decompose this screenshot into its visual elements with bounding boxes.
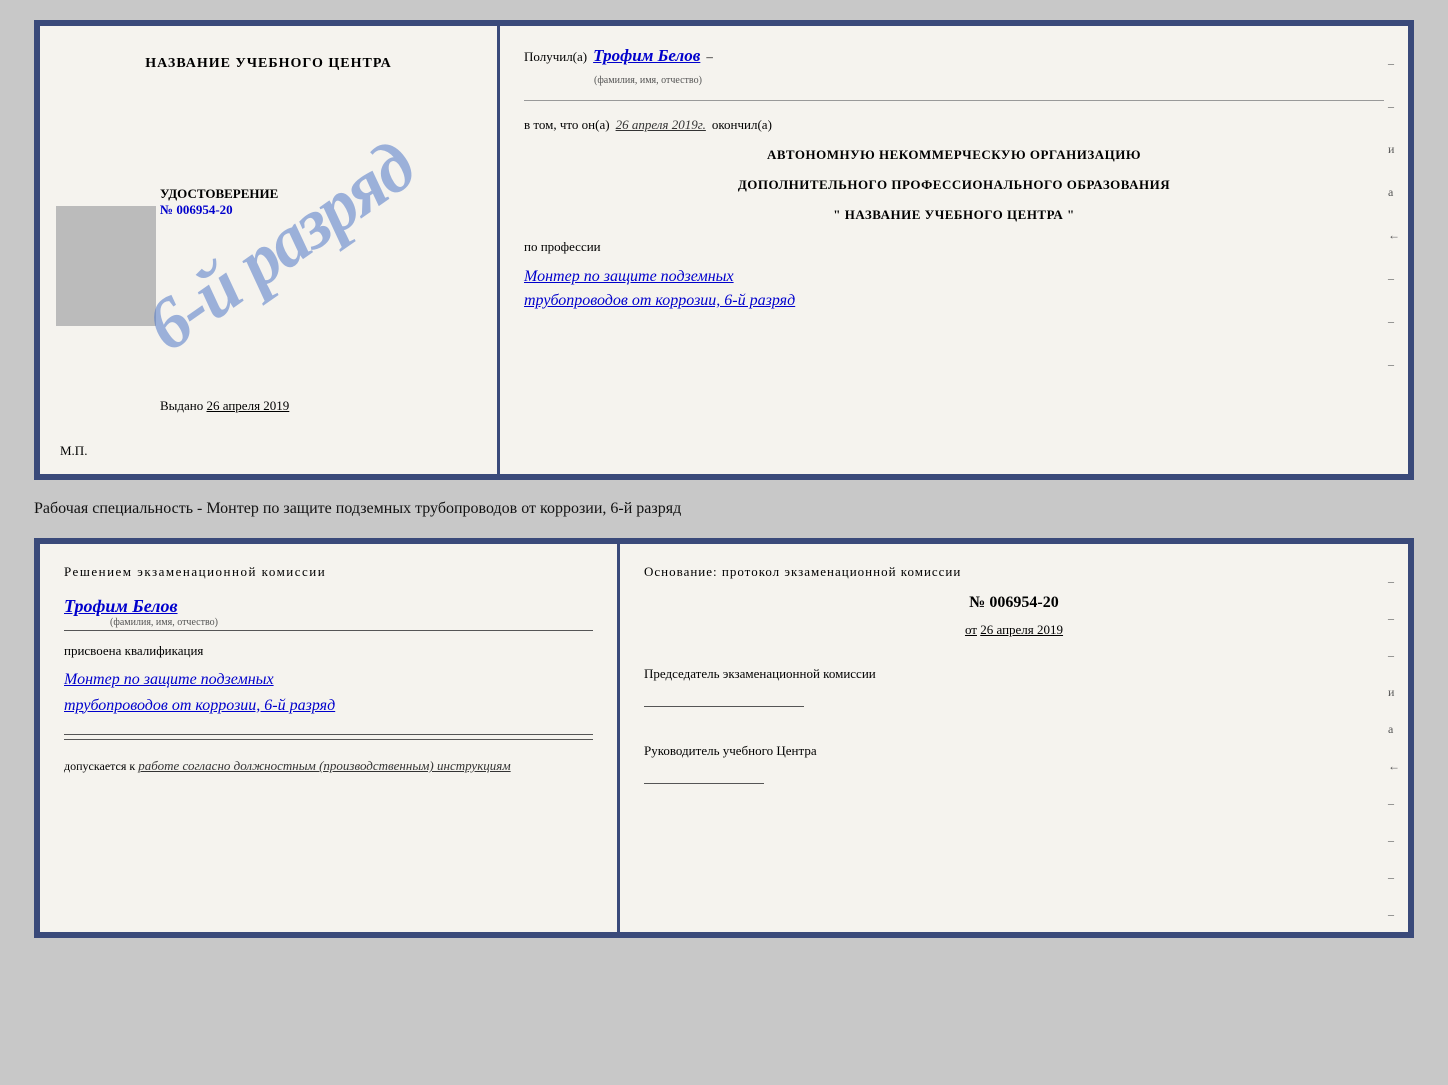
diagonal-stamp-text: 6-й разряд <box>134 129 426 363</box>
cert-bottom-hr1 <box>64 734 593 735</box>
cert-name-sublabel: (фамилия, имя, отчество) <box>594 75 702 86</box>
cert-profession-label: по профессии <box>524 239 1384 255</box>
certificate-bottom: Решением экзаменационной комиссии Трофим… <box>34 538 1414 938</box>
cert-bottom-dopusk: допускается к работе согласно должностны… <box>64 758 593 774</box>
cert-chair-block: Председатель экзаменационной комиссии <box>644 656 1384 707</box>
cert-bottom-right-date: от 26 апреля 2019 <box>644 622 1384 638</box>
cert-bottom-name-line <box>64 630 593 631</box>
diagonal-stamp: 6-й разряд <box>120 86 440 406</box>
cert-dopusk-label: допускается к <box>64 759 135 773</box>
cert-vydano: Выдано 26 апреля 2019 <box>160 398 289 414</box>
cert-org-line1: АВТОНОМНУЮ НЕКОММЕРЧЕСКУЮ ОРГАНИЗАЦИЮ <box>524 147 1384 163</box>
cert-udost-number: № 006954-20 <box>160 202 278 218</box>
cert-bottom-left: Решением экзаменационной комиссии Трофим… <box>40 544 620 932</box>
cert-bottom-profession: Монтер по защите подземных трубопроводов… <box>64 667 593 718</box>
cert-bottom-right-title: Основание: протокол экзаменационной коми… <box>644 564 1384 580</box>
cert-dash1: – <box>706 49 713 65</box>
cert-bottom-lines <box>64 734 593 740</box>
cert-udost-block: УДОСТОВЕРЕНИЕ № 006954-20 <box>160 186 278 218</box>
cert-chair-sign-line <box>644 706 804 707</box>
cert-bottom-name-sublabel: (фамилия, имя, отчество) <box>64 617 264 628</box>
cert-org-line2: ДОПОЛНИТЕЛЬНОГО ПРОФЕССИОНАЛЬНОГО ОБРАЗО… <box>524 177 1384 193</box>
cert-poluchil-label: Получил(а) <box>524 49 587 65</box>
cert-name: Трофим Белов <box>593 46 700 66</box>
cert-profession-val: Монтер по защите подземных трубопроводов… <box>524 265 1384 313</box>
photo-placeholder <box>56 206 156 326</box>
cert-vydano-label: Выдано <box>160 398 203 413</box>
cert-side-marks: – – и а ← – – – <box>1388 56 1400 372</box>
cert-bottom-name: Трофим Белов <box>64 596 593 617</box>
cert-ot-date: 26 апреля 2019 <box>980 622 1063 637</box>
cert-poluchil-line: Получил(а) Трофим Белов – <box>524 46 1384 66</box>
cert-rukov-block: Руководитель учебного Центра <box>644 733 1384 784</box>
cert-rukov-sign-line <box>644 783 764 784</box>
cert-udost-label: УДОСТОВЕРЕНИЕ <box>160 186 278 202</box>
cert-top-left-title: НАЗВАНИЕ УЧЕБНОГО ЦЕНТРА <box>145 56 391 72</box>
cert-ot-label: от <box>965 622 977 637</box>
certificate-top: НАЗВАНИЕ УЧЕБНОГО ЦЕНТРА УДОСТОВЕРЕНИЕ №… <box>34 20 1414 480</box>
cert-mp: М.П. <box>60 443 87 459</box>
cert-okonchil-label: окончил(а) <box>712 117 772 133</box>
cert-top-right: Получил(а) Трофим Белов – (фамилия, имя,… <box>500 26 1408 474</box>
cert-vtom-line: в том, что он(а) 26 апреля 2019г. окончи… <box>524 117 1384 133</box>
cert-bottom-right: Основание: протокол экзаменационной коми… <box>620 544 1408 932</box>
cert-rukov-title: Руководитель учебного Центра <box>644 743 1384 759</box>
cert-date: 26 апреля 2019г. <box>616 117 706 133</box>
cert-top-left: НАЗВАНИЕ УЧЕБНОГО ЦЕНТРА УДОСТОВЕРЕНИЕ №… <box>40 26 500 474</box>
cert-chair-title: Председатель экзаменационной комиссии <box>644 666 1384 682</box>
cert-bottom-left-title: Решением экзаменационной комиссии <box>64 564 593 580</box>
cert-org-line3: " НАЗВАНИЕ УЧЕБНОГО ЦЕНТРА " <box>524 207 1384 223</box>
cert-vtom-label: в том, что он(а) <box>524 117 610 133</box>
cert-dopusk-val: работе согласно должностным (производств… <box>138 758 510 773</box>
cert-line-1 <box>524 100 1384 101</box>
cert-bottom-name-wrap: Трофим Белов (фамилия, имя, отчество) <box>64 592 593 631</box>
cert-bottom-right-number: № 006954-20 <box>644 594 1384 612</box>
cert-bottom-hr2 <box>64 739 593 740</box>
cert-bottom-kvali: присвоена квалификация <box>64 643 593 659</box>
middle-text: Рабочая специальность - Монтер по защите… <box>34 496 1414 522</box>
cert-bottom-side-marks: – – – и а ← – – – – <box>1388 574 1400 922</box>
cert-vydano-date: 26 апреля 2019 <box>207 398 290 413</box>
